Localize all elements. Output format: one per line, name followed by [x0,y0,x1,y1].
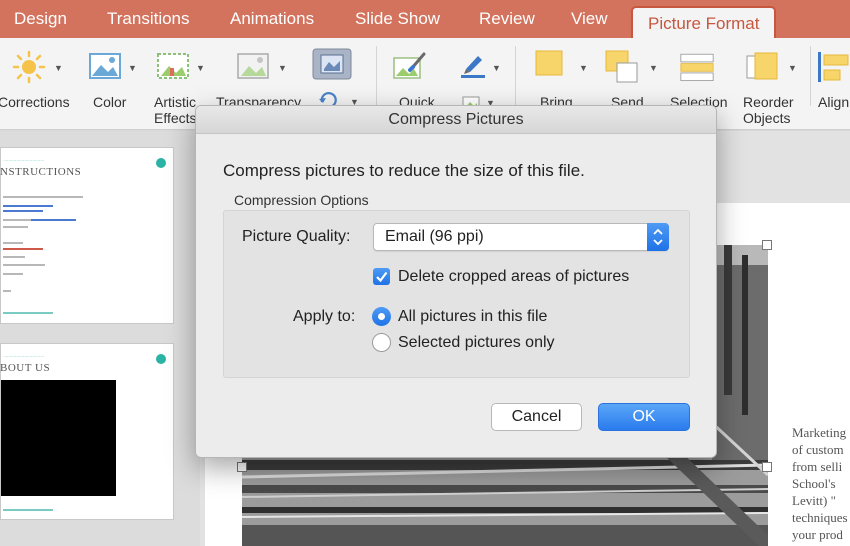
delete-cropped-label[interactable]: Delete cropped areas of pictures [398,268,629,286]
tab-picture-format[interactable]: Picture Format [631,6,777,38]
artistic-effects-caret-icon: ▼ [196,63,205,73]
transparency-icon [237,53,269,79]
thumb-text-line [3,509,53,511]
ribbon-tab-bar: Design Transitions Animations Slide Show… [0,0,850,38]
thumb-text-line [3,290,11,292]
ok-button[interactable]: OK [598,403,690,431]
picture-quality-value: Email (96 ppi) [385,228,484,245]
align-label: Align [818,94,850,110]
corrections-label: Corrections [0,94,70,110]
dialog-title: Compress Pictures [196,106,716,134]
tab-slide-show[interactable]: Slide Show [355,9,440,29]
cancel-button[interactable]: Cancel [491,403,582,431]
slide-thumbnail-pane: ······························· NSTRUCTI… [0,131,200,546]
thumb-text-line [3,219,33,221]
resize-handle[interactable] [762,462,772,472]
picture-color-icon [89,53,121,79]
thumb-text-line [3,210,43,212]
thumb-text-line [3,242,23,244]
thumb-text-line [3,205,53,207]
dialog-intro-text: Compress pictures to reduce the size of … [223,161,585,180]
checkmark-icon [376,271,388,283]
slide-text-line: techniques [792,510,848,525]
thumb-text-line [3,196,83,198]
slide-text-line: from selli [792,459,843,474]
tab-view[interactable]: View [571,9,608,29]
thumb-text-line [31,219,76,221]
color-caret-icon: ▼ [128,63,137,73]
thumb-text-line [3,273,23,275]
compress-pictures-dialog: Compress Pictures Compress pictures to r… [195,105,717,458]
tab-animations[interactable]: Animations [230,9,314,29]
delete-cropped-checkbox[interactable] [373,268,390,285]
thumb-text-line [3,264,45,266]
apply-to-label: Apply to: [293,308,356,325]
apply-selected-label[interactable]: Selected pictures only [398,334,555,352]
picture-quality-label: Picture Quality: [242,228,351,245]
thumb-subheading: ······························· [3,354,45,359]
bring-forward-icon [535,50,563,76]
selection-pane-icon [680,53,714,82]
artistic-effects-icon [157,53,189,79]
slide-text-line: Levitt) " [792,493,836,508]
thumb-text-line [3,226,28,228]
apply-all-label[interactable]: All pictures in this file [398,308,547,326]
effects-label: Effects [154,110,197,126]
thumb-dot-icon [156,158,166,168]
picture-quality-select[interactable]: Email (96 ppi) [373,223,669,251]
tab-design[interactable]: Design [14,9,67,29]
thumb-text-line [3,312,53,314]
objects-label: Objects [743,110,791,126]
apply-selected-radio[interactable] [372,333,391,352]
thumb-image [1,380,116,496]
reorder-caret-icon: ▼ [788,63,797,73]
send-backward-icon [605,50,638,83]
reorder-label: Reorder [743,94,794,110]
ribbon-separator [376,46,377,106]
apply-all-radio[interactable] [372,307,391,326]
thumb-subheading: ······························· [3,158,45,163]
align-icon [818,52,849,82]
crop-icon [312,48,352,80]
transparency-caret-icon: ▼ [278,63,287,73]
resize-handle[interactable] [762,240,772,250]
thumbnail-title: NSTRUCTIONS [0,166,82,178]
thumb-text-line [3,256,25,258]
resize-handle[interactable] [237,462,247,472]
tab-transitions[interactable]: Transitions [107,9,190,29]
thumb-text-line [3,248,43,250]
border-caret-icon: ▼ [492,63,501,73]
slide-text-line: your prod [792,527,843,542]
ribbon-separator [810,46,811,106]
compression-options-label: Compression Options [234,192,369,208]
slide-text-line: of custom [792,442,844,457]
reorder-objects-icon [746,52,778,80]
bring-caret-icon: ▼ [579,63,588,73]
color-label: Color [93,94,127,110]
updown-chevron-icon [653,228,663,246]
quick-styles-icon [393,52,426,79]
tab-review[interactable]: Review [479,9,535,29]
thumb-dot-icon [156,354,166,364]
slide-thumbnail[interactable]: ······························· NSTRUCTI… [0,147,174,324]
select-stepper[interactable] [647,223,669,251]
slide-thumbnail[interactable]: ······························· BOUT US [0,343,174,520]
ribbon-separator [515,46,516,106]
send-caret-icon: ▼ [649,63,658,73]
artistic-label: Artistic [154,94,196,110]
sun-icon [12,50,46,84]
slide-text-line: School's [792,476,836,491]
corrections-caret-icon: ▼ [54,63,63,73]
slide-text-line: Marketing [792,425,847,440]
border-pen-icon [461,56,485,78]
thumbnail-title: BOUT US [0,362,51,374]
